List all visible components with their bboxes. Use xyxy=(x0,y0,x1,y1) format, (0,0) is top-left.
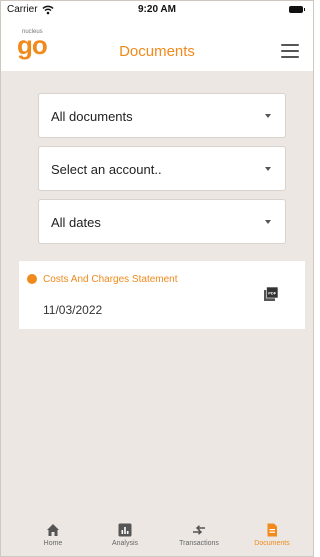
home-icon xyxy=(47,524,59,536)
transactions-icon xyxy=(193,525,205,535)
menu-button[interactable] xyxy=(281,44,299,58)
menu-icon-line xyxy=(281,44,299,46)
document-type-dropdown[interactable]: All documents xyxy=(38,93,286,138)
tab-analysis-label: Analysis xyxy=(111,540,139,547)
svg-text:PDF: PDF xyxy=(268,291,277,296)
caret-down-icon xyxy=(265,114,271,118)
account-value: Select an account.. xyxy=(51,162,162,177)
menu-icon-line xyxy=(281,50,299,52)
page-title: Documents xyxy=(119,43,195,60)
document-icon xyxy=(267,523,277,537)
app-header: nucleus go Documents xyxy=(1,19,313,71)
document-name: Costs And Charges Statement xyxy=(43,274,178,285)
status-bar: Carrier 9:20 AM xyxy=(1,1,313,19)
analysis-icon xyxy=(118,523,132,537)
caret-down-icon xyxy=(265,167,271,171)
tab-analysis[interactable]: Analysis xyxy=(90,523,160,547)
caret-down-icon xyxy=(265,220,271,224)
status-time: 9:20 AM xyxy=(138,4,176,15)
pdf-icon[interactable]: PDF xyxy=(263,286,279,302)
tab-documents[interactable]: Documents xyxy=(237,523,307,547)
document-date: 11/03/2022 xyxy=(43,303,103,317)
tab-home-label: Home xyxy=(43,540,63,547)
tab-home[interactable]: Home xyxy=(18,523,88,547)
tab-transactions[interactable]: Transactions xyxy=(164,523,234,547)
battery-icon xyxy=(289,6,305,13)
document-list-item[interactable]: Costs And Charges Statement 11/03/2022 P… xyxy=(19,261,305,329)
account-dropdown[interactable]: Select an account.. xyxy=(38,146,286,191)
app-screen: Carrier 9:20 AM nucleus go Documents All… xyxy=(0,0,314,557)
menu-icon-line xyxy=(281,56,299,58)
bottom-tab-bar: Home Analysis Transactions Documents xyxy=(1,519,313,556)
unread-indicator xyxy=(27,274,37,284)
tab-documents-label: Documents xyxy=(254,540,290,547)
document-type-value: All documents xyxy=(51,109,133,124)
date-range-value: All dates xyxy=(51,215,101,230)
date-range-dropdown[interactable]: All dates xyxy=(38,199,286,244)
tab-transactions-label: Transactions xyxy=(179,540,219,547)
